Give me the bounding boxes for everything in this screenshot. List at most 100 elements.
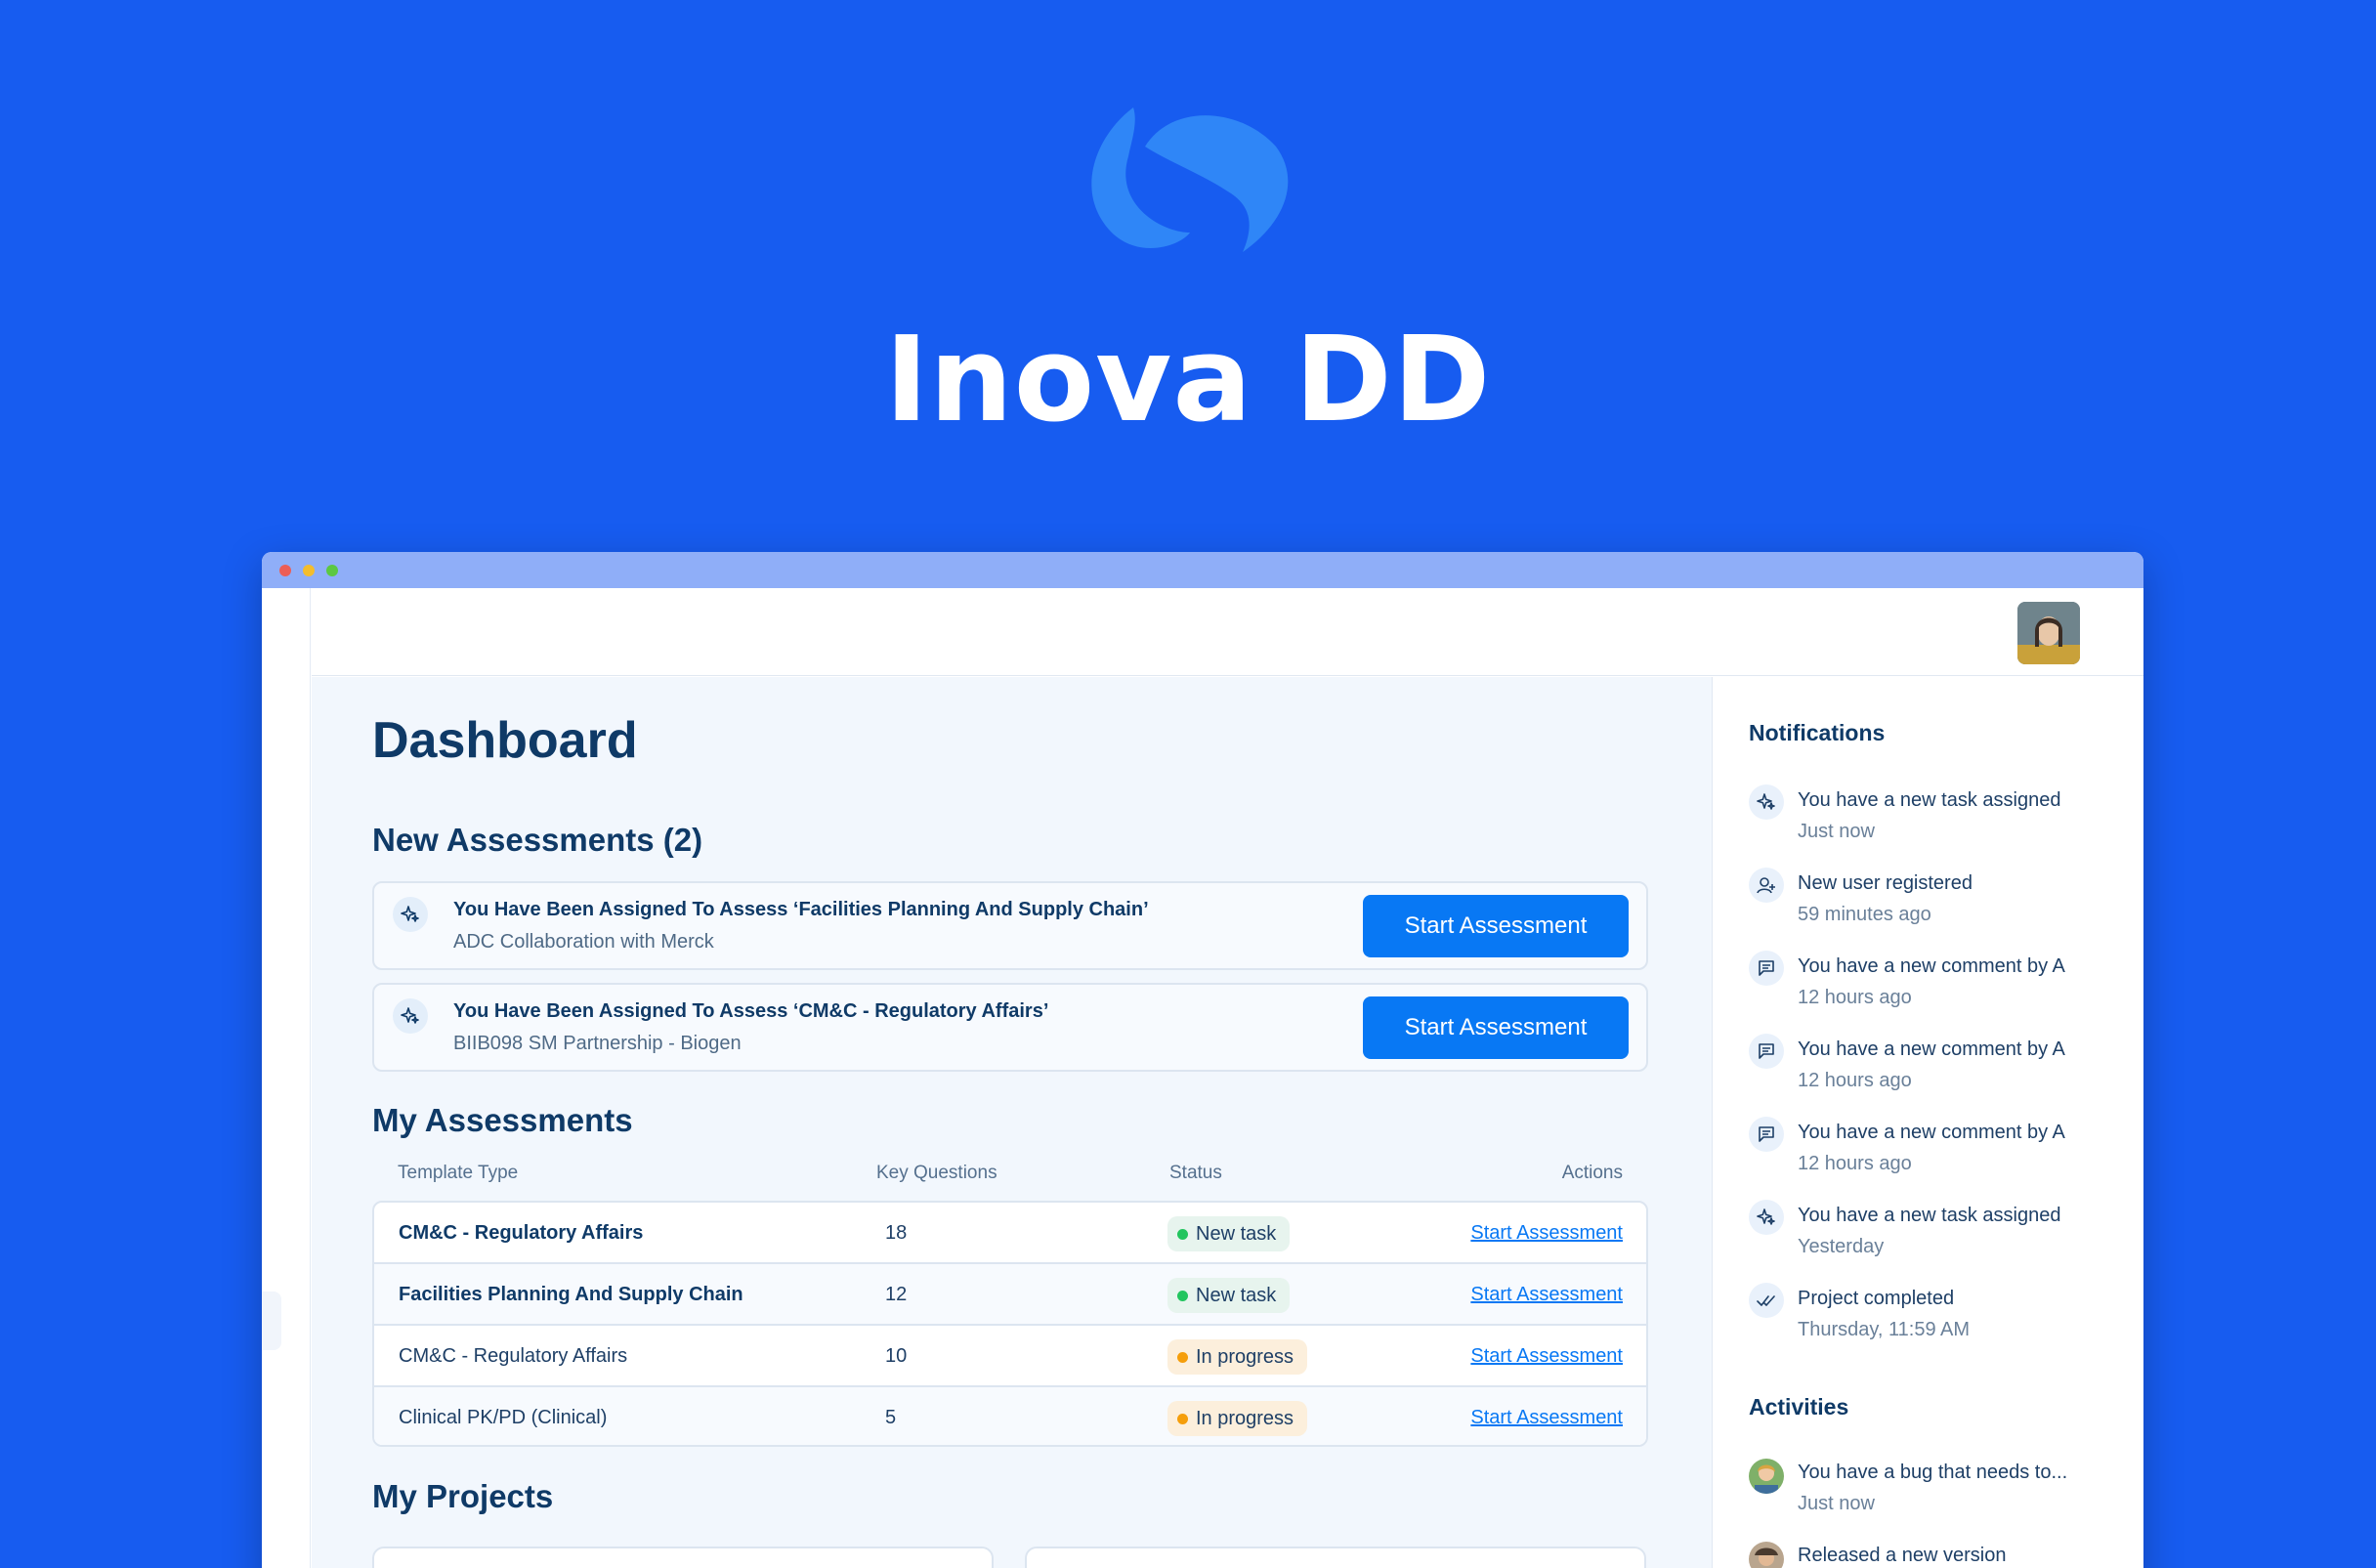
notification-item[interactable]: You have a new task assigned Yesterday [1749, 1200, 2120, 1268]
start-assessment-button[interactable]: Start Assessment [1363, 895, 1629, 957]
table-row[interactable]: CM&C - Regulatory Affairs 18 New task St… [374, 1203, 1646, 1264]
maximize-window-button[interactable] [326, 565, 338, 576]
notification-item[interactable]: You have a new comment by A 12 hours ago [1749, 1117, 2120, 1185]
app-window: Dashboard New Assessments (2) You Have B… [262, 552, 2143, 1568]
template-type-cell: Facilities Planning And Supply Chain [399, 1284, 743, 1305]
notifications-heading: Notifications [1749, 720, 1886, 745]
minimize-window-button[interactable] [303, 565, 315, 576]
my-assessments-heading: My Assessments [372, 1102, 633, 1138]
notification-item[interactable]: New user registered 59 minutes ago [1749, 868, 2120, 936]
notification-text: New user registered [1798, 872, 1973, 894]
status-badge: New task [1167, 1278, 1291, 1313]
top-bar [312, 588, 2143, 676]
activity-text: Released a new version [1798, 1545, 2007, 1566]
avatar-image [2017, 602, 2080, 664]
assessment-card-title: You Have Been Assigned To Assess ‘CM&C -… [453, 1000, 1049, 1022]
status-badge: In progress [1167, 1401, 1308, 1436]
activities-heading: Activities [1749, 1394, 1849, 1420]
key-questions-cell: 10 [885, 1345, 908, 1367]
table-row[interactable]: CM&C - Regulatory Affairs 10 In progress… [374, 1326, 1646, 1387]
template-type-cell: CM&C - Regulatory Affairs [399, 1345, 628, 1367]
notification-time: 12 hours ago [1798, 987, 1912, 1008]
notification-time: Thursday, 11:59 AM [1798, 1319, 1971, 1340]
status-badge: In progress [1167, 1339, 1308, 1375]
page-title: Dashboard [372, 712, 638, 769]
table-row[interactable]: Clinical PK/PD (Clinical) 5 In progress … [374, 1387, 1646, 1445]
status-label: New task [1196, 1284, 1277, 1306]
column-header-template-type[interactable]: Template Type [398, 1163, 518, 1184]
status-dot [1177, 1290, 1188, 1301]
user-avatar [1749, 1459, 1784, 1494]
assessment-card-title: You Have Been Assigned To Assess ‘Facili… [453, 899, 1149, 920]
close-window-button[interactable] [279, 565, 291, 576]
notification-time: 12 hours ago [1798, 1070, 1912, 1091]
status-label: New task [1196, 1222, 1277, 1245]
my-projects-heading: My Projects [372, 1478, 554, 1514]
notification-time: 12 hours ago [1798, 1153, 1912, 1174]
template-type-cell: CM&C - Regulatory Affairs [399, 1222, 644, 1244]
sparkle-icon [393, 998, 428, 1034]
status-badge: New task [1167, 1216, 1291, 1251]
notification-time: 59 minutes ago [1798, 904, 1931, 925]
window-titlebar [262, 552, 2143, 588]
assessment-card-project: ADC Collaboration with Merck [453, 931, 714, 953]
assessment-card: You Have Been Assigned To Assess ‘Facili… [372, 881, 1648, 970]
notification-text: You have a new task assigned [1798, 789, 2061, 811]
notification-time: Just now [1798, 821, 1875, 842]
template-type-cell: Clinical PK/PD (Clinical) [399, 1407, 608, 1428]
activity-item[interactable]: Released a new version [1749, 1540, 2120, 1568]
activity-text: You have a bug that needs to... [1798, 1462, 2068, 1483]
sparkle-icon [1749, 784, 1784, 820]
table-row[interactable]: Facilities Planning And Supply Chain 12 … [374, 1264, 1646, 1326]
notification-text: You have a new comment by A [1798, 1038, 2065, 1060]
project-card[interactable] [372, 1547, 994, 1568]
column-header-actions: Actions [1561, 1163, 1623, 1183]
project-card[interactable] [1025, 1547, 1646, 1568]
start-assessment-link[interactable]: Start Assessment [1470, 1284, 1623, 1306]
notification-text: You have a new comment by A [1798, 955, 2065, 977]
sidebar-toggle[interactable] [262, 1292, 281, 1350]
hero-title: Inova DD [884, 313, 1492, 448]
new-assessments-heading: New Assessments (2) [372, 822, 703, 858]
comment-icon [1749, 1034, 1784, 1069]
key-questions-cell: 5 [885, 1407, 897, 1428]
start-assessment-link[interactable]: Start Assessment [1470, 1345, 1623, 1368]
comment-icon [1749, 951, 1784, 986]
comment-icon [1749, 1117, 1784, 1152]
activity-item[interactable]: You have a bug that needs to... Just now [1749, 1457, 2120, 1525]
status-label: In progress [1196, 1407, 1294, 1429]
notification-item[interactable]: You have a new comment by A 12 hours ago [1749, 951, 2120, 1019]
status-dot [1177, 1228, 1188, 1240]
column-header-status[interactable]: Status [1169, 1163, 1222, 1184]
start-assessment-link[interactable]: Start Assessment [1470, 1407, 1623, 1429]
left-sidebar [262, 588, 311, 1568]
user-avatar[interactable] [2017, 602, 2080, 664]
inova-logo-icon [1091, 107, 1289, 252]
status-label: In progress [1196, 1345, 1294, 1368]
assessment-card-project: BIIB098 SM Partnership - Biogen [453, 1033, 742, 1054]
table-header: Template Type Key Questions Status Actio… [372, 1163, 1648, 1192]
key-questions-cell: 12 [885, 1284, 908, 1305]
start-assessment-button[interactable]: Start Assessment [1363, 996, 1629, 1059]
notification-text: You have a new task assigned [1798, 1205, 2061, 1226]
notification-text: Project completed [1798, 1288, 1955, 1309]
status-dot [1177, 1413, 1188, 1424]
assessment-card: You Have Been Assigned To Assess ‘CM&C -… [372, 983, 1648, 1072]
double-check-icon [1749, 1283, 1784, 1318]
sparkle-icon [393, 897, 428, 932]
key-questions-cell: 18 [885, 1222, 908, 1244]
notification-item[interactable]: Project completed Thursday, 11:59 AM [1749, 1283, 2120, 1351]
status-dot [1177, 1351, 1188, 1363]
notification-text: You have a new comment by A [1798, 1122, 2065, 1143]
column-header-key-questions[interactable]: Key Questions [876, 1163, 997, 1184]
notification-item[interactable]: You have a new comment by A 12 hours ago [1749, 1034, 2120, 1102]
user-add-icon [1749, 868, 1784, 903]
activity-time: Just now [1798, 1493, 1875, 1514]
start-assessment-link[interactable]: Start Assessment [1470, 1222, 1623, 1245]
sparkle-icon [1749, 1200, 1784, 1235]
dashboard-main: Dashboard New Assessments (2) You Have B… [312, 677, 1712, 1568]
notifications-panel: Notifications You have a new task assign… [1712, 677, 2143, 1568]
assessments-table: CM&C - Regulatory Affairs 18 New task St… [372, 1201, 1648, 1447]
notification-item[interactable]: You have a new task assigned Just now [1749, 784, 2120, 853]
user-avatar [1749, 1542, 1784, 1568]
